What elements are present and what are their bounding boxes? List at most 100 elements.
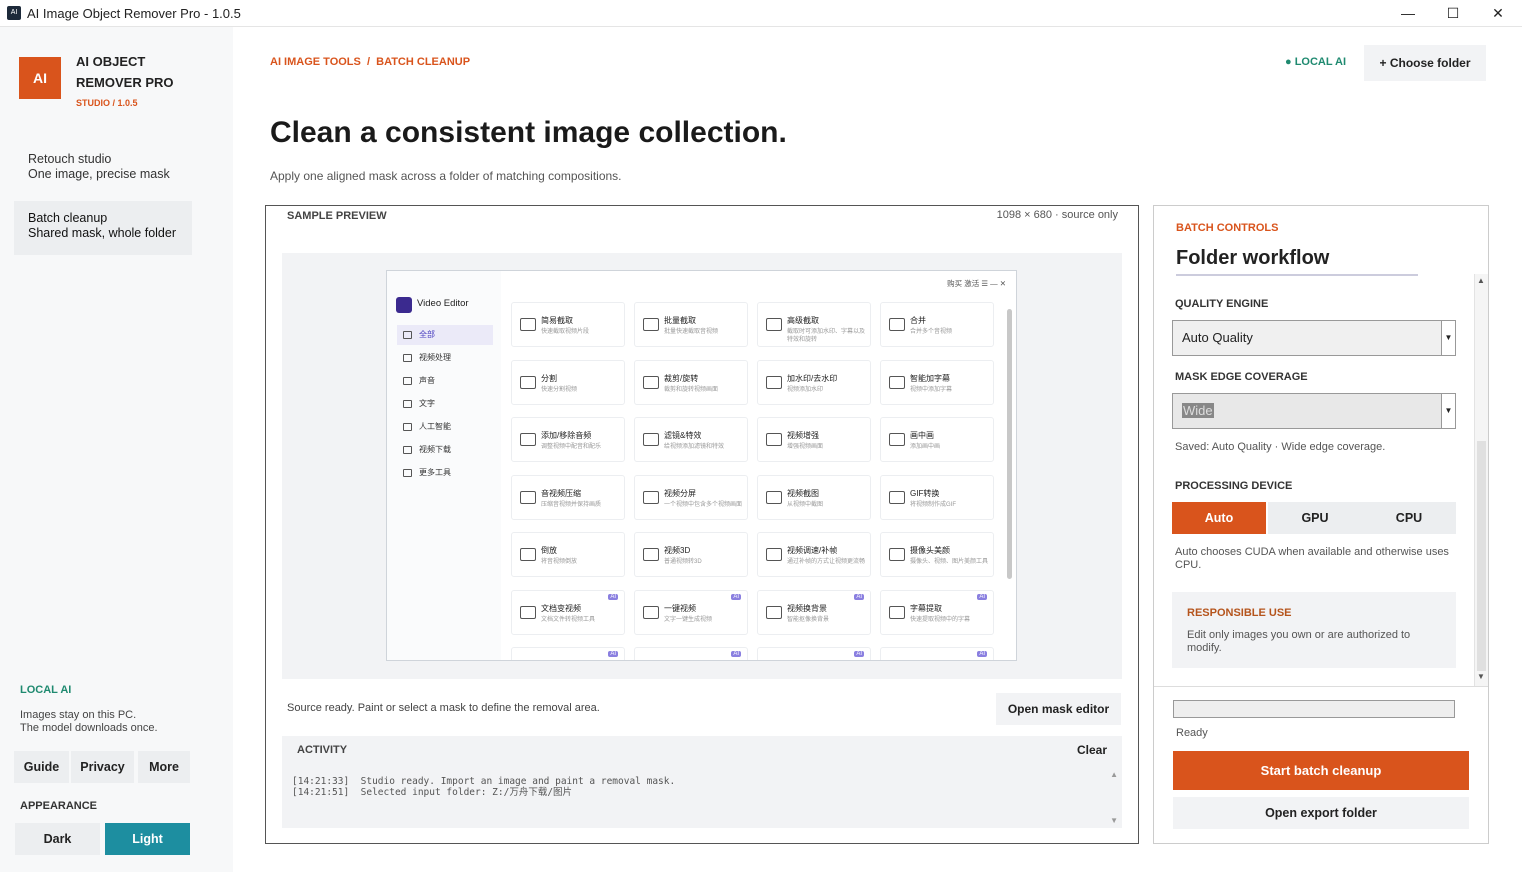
scroll-down-icon[interactable]: ▼: [1110, 816, 1118, 825]
preview-tool-tile: 视频分屏 一个视频中包含多个视频画面: [634, 474, 748, 520]
scroll-up-icon[interactable]: ▲: [1110, 770, 1118, 779]
controls-scrollbar[interactable]: ▲ ▼: [1474, 274, 1488, 686]
breadcrumb: AI IMAGE TOOLS / BATCH CLEANUP: [270, 56, 471, 68]
tool-desc: 智能抠像换背景: [787, 616, 830, 623]
tool-title: 简易截取: [541, 316, 573, 325]
quality-engine-label: QUALITY ENGINE: [1175, 298, 1269, 310]
tool-icon: [520, 375, 536, 389]
local-ai-status: ● LOCAL AI: [1285, 56, 1347, 68]
device-cpu-button[interactable]: CPU: [1362, 502, 1456, 534]
tool-icon: [766, 433, 782, 446]
tool-icon: [766, 318, 782, 331]
device-note: Auto chooses CUDA when available and oth…: [1175, 546, 1449, 571]
ai-badge: AI: [977, 651, 987, 657]
nav-batch-cleanup[interactable]: Batch cleanup Shared mask, whole folder: [14, 201, 192, 255]
tool-title: 画中画: [910, 431, 934, 440]
preview-tool-tile: 音视频压缩 压缩音视频并保持画质: [511, 474, 625, 520]
tool-title: 合并: [910, 316, 926, 325]
choose-folder-button[interactable]: + Choose folder: [1364, 45, 1486, 81]
preview-tool-tile: 高级截取 截取时可添加水印、字幕以及特效和旋转: [757, 302, 871, 347]
open-mask-editor-button[interactable]: Open mask editor: [996, 693, 1121, 725]
tool-desc: 视频添加水印: [787, 386, 824, 393]
app-logo: AI: [19, 57, 61, 99]
preview-nav-label: 声音: [419, 376, 435, 385]
ai-badge: AI: [731, 651, 741, 657]
preview-canvas[interactable]: Video Editor 全部 视频处理 声音 文字 人工智能 视频下载 更多工具 购买 激…: [282, 253, 1122, 679]
tool-icon: [643, 433, 659, 446]
preview-tool-tile: AI: [634, 647, 748, 660]
tool-desc: 摄像头、视频、图片美颜工具: [910, 559, 989, 565]
nav-retouch-studio[interactable]: Retouch studio One image, precise mask: [14, 142, 192, 196]
tool-icon: [889, 375, 905, 389]
quality-engine-select[interactable]: Auto Quality ▼: [1172, 320, 1456, 356]
tool-desc: 调整视频中配音和配乐: [541, 444, 602, 450]
device-gpu-button[interactable]: GPU: [1268, 502, 1362, 534]
nav-item-sub: Shared mask, whole folder: [28, 226, 176, 240]
preview-tool-tile: 视频截图 从视频中截图: [757, 474, 871, 520]
tool-icon: [643, 318, 659, 331]
preview-app-toolbar: 购买 激活 ☰ — ✕: [947, 279, 1006, 288]
tool-icon: [643, 548, 659, 561]
preview-tool-tile: AI: [757, 647, 871, 660]
maximize-button[interactable]: ☐: [1430, 0, 1476, 27]
tool-title: 音视频压缩: [541, 488, 581, 498]
preview-tool-tile: 添加/移除音频 调整视频中配音和配乐: [511, 417, 625, 462]
tool-desc: 截取时可添加水印、字幕以及特效和旋转: [787, 329, 866, 343]
preview-nav-item: 视频处理: [397, 348, 493, 368]
tool-desc: 将音视频倒放: [541, 559, 578, 565]
chevron-down-icon: ▼: [1441, 394, 1455, 428]
saved-settings-note: Saved: Auto Quality · Wide edge coverage…: [1175, 441, 1386, 453]
tool-icon: [520, 433, 536, 446]
guide-button[interactable]: Guide: [14, 751, 69, 783]
responsible-use-title: RESPONSIBLE USE: [1187, 607, 1292, 619]
preview-tool-tile: 画中画 添加画中画: [880, 417, 994, 462]
tool-desc: 裁剪和旋转视频画面: [664, 386, 719, 393]
processing-device-label: PROCESSING DEVICE: [1175, 480, 1293, 492]
folder-workflow-title: Folder workflow: [1176, 247, 1330, 269]
close-button[interactable]: ✕: [1475, 0, 1521, 27]
nav-item-sub: One image, precise mask: [28, 167, 170, 181]
mask-edge-value: Wide: [1182, 403, 1214, 418]
nav-item-title: Retouch studio: [28, 152, 112, 166]
sample-preview-label: SAMPLE PREVIEW: [287, 210, 387, 222]
sidebar: AI AI OBJECT REMOVER PRO STUDIO / 1.0.5 …: [0, 27, 233, 872]
device-auto-button[interactable]: Auto: [1172, 502, 1266, 534]
scrollbar-thumb[interactable]: [1477, 441, 1486, 671]
open-export-folder-button[interactable]: Open export folder: [1173, 797, 1469, 829]
ai-badge: AI: [608, 651, 618, 657]
tool-title: 摄像头美颜: [910, 546, 950, 555]
start-batch-cleanup-button[interactable]: Start batch cleanup: [1173, 751, 1469, 790]
tool-icon: [766, 375, 782, 389]
brand-name: AI OBJECT REMOVER PRO: [76, 54, 174, 90]
tool-title: 视频调速/补帧: [787, 546, 838, 555]
preview-tool-tile: 裁剪/旋转 裁剪和旋转视频画面: [634, 359, 748, 405]
clear-activity-button[interactable]: Clear: [1077, 743, 1107, 757]
scroll-up-icon[interactable]: ▲: [1477, 276, 1485, 285]
tool-title: 分割: [541, 373, 557, 383]
preview-nav-label: 视频下载: [419, 445, 451, 454]
minimize-button[interactable]: —: [1385, 0, 1431, 27]
nav-icon: [403, 354, 412, 362]
scroll-down-icon[interactable]: ▼: [1477, 672, 1485, 681]
more-button[interactable]: More: [138, 751, 190, 783]
tool-title: 倒放: [541, 546, 557, 555]
privacy-button[interactable]: Privacy: [71, 751, 134, 783]
responsible-use-text: Edit only images you own or are authoriz…: [1187, 629, 1411, 654]
light-theme-button[interactable]: Light: [105, 823, 190, 855]
dark-theme-button[interactable]: Dark: [15, 823, 100, 855]
ai-badge: AI: [977, 593, 987, 600]
nav-icon: [403, 400, 412, 408]
preview-app-sidebar: Video Editor 全部 视频处理 声音 文字 人工智能 视频下载 更多工具: [387, 271, 501, 660]
preview-tool-tile: 合并 合并多个音视频: [880, 302, 994, 347]
preview-tool-tile: AI: [511, 647, 625, 660]
mask-edge-select[interactable]: Wide ▼: [1172, 393, 1456, 429]
title-underline: [1176, 274, 1418, 276]
appearance-label: APPEARANCE: [20, 800, 98, 812]
preview-nav-item: 文字: [397, 394, 493, 414]
tool-icon: [889, 548, 905, 561]
preview-nav-label: 全部: [419, 330, 435, 339]
preview-tool-tile: 视频换背景 智能抠像换背景 AI: [757, 589, 871, 635]
tool-icon: [520, 490, 536, 504]
tool-title: 滤镜&特效: [664, 431, 702, 440]
tool-icon: [520, 548, 536, 561]
